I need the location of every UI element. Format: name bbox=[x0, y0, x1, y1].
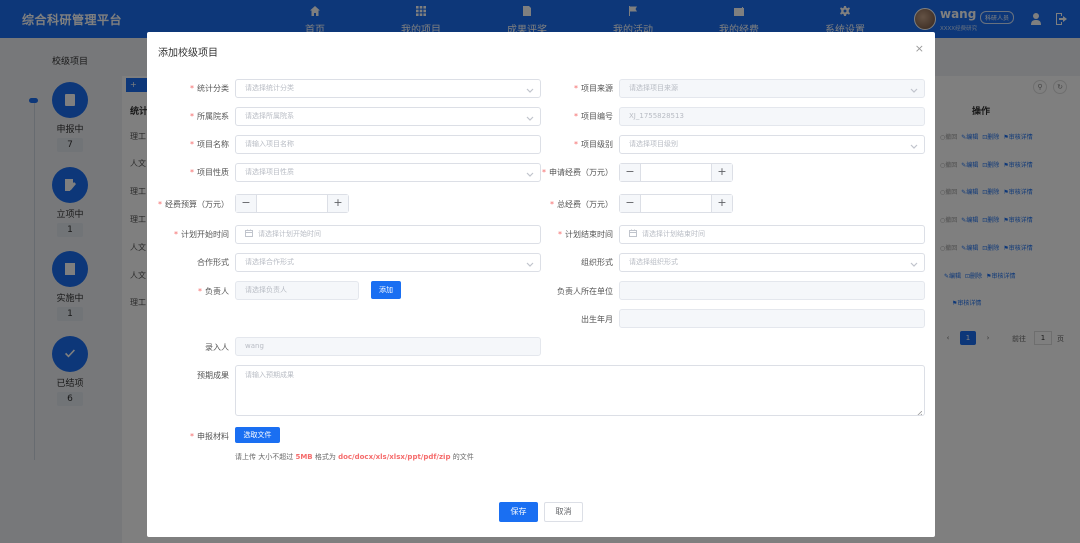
leader-unit-label: 负责人所在单位 bbox=[557, 287, 613, 296]
source-select[interactable]: 请选择项目来源 bbox=[619, 79, 925, 98]
chevron-down-icon bbox=[526, 168, 534, 177]
level-select[interactable]: 请选择项目级别 bbox=[619, 135, 925, 154]
applied-fund-stepper: − + bbox=[619, 163, 733, 182]
chevron-down-icon bbox=[910, 84, 918, 93]
chevron-down-icon bbox=[910, 258, 918, 267]
outcome-textarea[interactable]: 请输入预期成果 bbox=[235, 365, 925, 416]
add-project-dialog: 添加校级项目 × * 统计分类 请选择统计分类 * 项目来源 请选择项目来源 * 所属… bbox=[147, 32, 935, 537]
total-fund-input[interactable] bbox=[641, 195, 711, 212]
material-label: * 申报材料 bbox=[190, 432, 229, 441]
resize-handle-icon[interactable] bbox=[916, 407, 923, 415]
number-label: * 项目编号 bbox=[574, 112, 613, 121]
increment-button[interactable]: + bbox=[711, 164, 732, 181]
coop-select[interactable]: 请选择合作形式 bbox=[235, 253, 541, 272]
dept-label: * 所属院系 bbox=[190, 112, 229, 121]
birth-input[interactable] bbox=[619, 309, 925, 328]
decrement-button[interactable]: − bbox=[236, 195, 257, 212]
decrement-button[interactable]: − bbox=[620, 164, 641, 181]
select-file-button[interactable]: 选取文件 bbox=[235, 427, 280, 443]
cancel-button[interactable]: 取消 bbox=[544, 502, 583, 522]
nature-label: * 项目性质 bbox=[190, 168, 229, 177]
project-number-input[interactable]: XJ_1755828513 bbox=[619, 107, 925, 126]
chevron-down-icon bbox=[526, 112, 534, 121]
total-fund-label: * 总经费（万元） bbox=[550, 200, 613, 209]
total-fund-stepper: − + bbox=[619, 194, 733, 213]
start-date-picker[interactable]: 请选择计划开始时间 bbox=[235, 225, 541, 244]
calendar-icon bbox=[629, 227, 637, 237]
category-label: * 统计分类 bbox=[190, 84, 229, 93]
budget-label: * 经费预算（万元） bbox=[158, 200, 229, 209]
birth-label: 出生年月 bbox=[581, 315, 613, 324]
leader-label: * 负责人 bbox=[198, 287, 229, 296]
coop-label: 合作形式 bbox=[197, 258, 229, 267]
chevron-down-icon bbox=[526, 258, 534, 267]
decrement-button[interactable]: − bbox=[620, 195, 641, 212]
save-button[interactable]: 保存 bbox=[499, 502, 538, 522]
dialog-title: 添加校级项目 bbox=[158, 48, 218, 59]
dept-select[interactable]: 请选择所属院系 bbox=[235, 107, 541, 126]
end-date-picker[interactable]: 请选择计划结束时间 bbox=[619, 225, 925, 244]
budget-stepper: − + bbox=[235, 194, 349, 213]
leader-input[interactable]: 请选择负责人 bbox=[235, 281, 359, 300]
add-leader-button[interactable]: 添加 bbox=[371, 281, 401, 299]
end-label: * 计划结束时间 bbox=[558, 230, 613, 239]
org-form-select[interactable]: 请选择组织形式 bbox=[619, 253, 925, 272]
chevron-down-icon bbox=[910, 140, 918, 149]
chevron-down-icon bbox=[526, 84, 534, 93]
budget-input[interactable] bbox=[257, 195, 327, 212]
applied-fund-label: * 申请经费（万元） bbox=[542, 168, 613, 177]
increment-button[interactable]: + bbox=[327, 195, 348, 212]
leader-unit-input[interactable] bbox=[619, 281, 925, 300]
outcome-label: 预期成果 bbox=[197, 371, 229, 380]
close-icon[interactable]: × bbox=[915, 42, 924, 55]
recorder-label: 录入人 bbox=[205, 343, 229, 352]
calendar-icon bbox=[245, 227, 253, 237]
start-label: * 计划开始时间 bbox=[174, 230, 229, 239]
name-label: * 项目名称 bbox=[190, 140, 229, 149]
org-form-label: 组织形式 bbox=[581, 258, 613, 267]
project-name-input[interactable]: 请输入项目名称 bbox=[235, 135, 541, 154]
source-label: * 项目来源 bbox=[574, 84, 613, 93]
category-select[interactable]: 请选择统计分类 bbox=[235, 79, 541, 98]
increment-button[interactable]: + bbox=[711, 195, 732, 212]
applied-fund-input[interactable] bbox=[641, 164, 711, 181]
upload-hint: 请上传 大小不超过 5MB 格式为 doc/docx/xls/xlsx/ppt/… bbox=[235, 453, 474, 461]
recorder-input[interactable]: wang bbox=[235, 337, 541, 356]
level-label: * 项目级别 bbox=[574, 140, 613, 149]
nature-select[interactable]: 请选择项目性质 bbox=[235, 163, 541, 182]
